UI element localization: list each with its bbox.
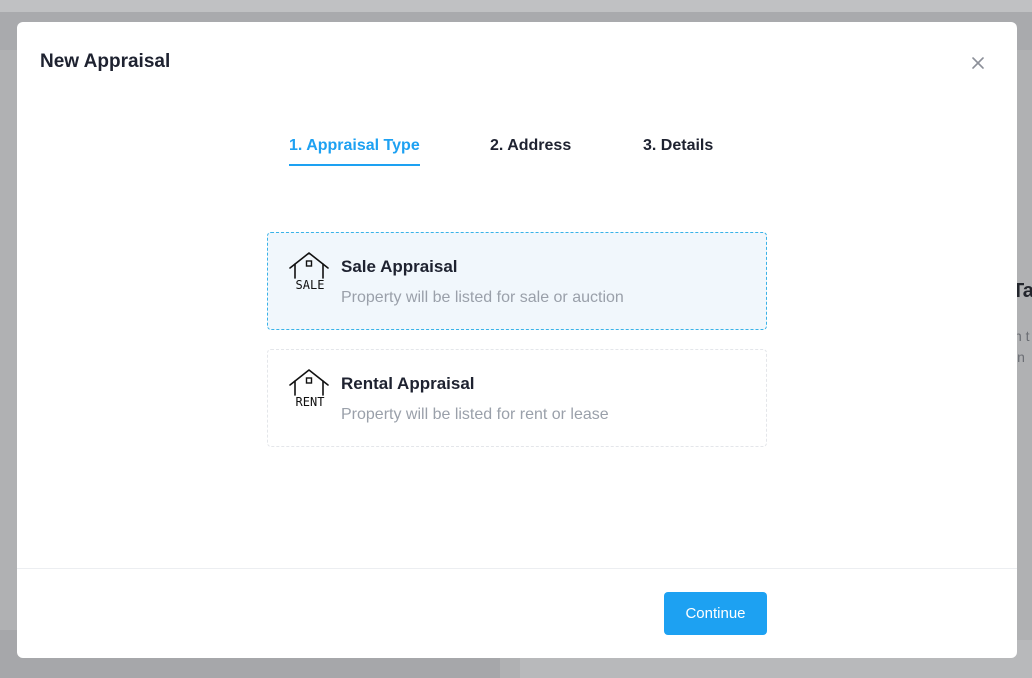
house-rent-icon: RENT — [288, 368, 330, 414]
close-button[interactable] — [967, 52, 989, 74]
step-tabs: 1. Appraisal Type 2. Address 3. Details — [17, 137, 1017, 177]
close-icon — [972, 57, 984, 69]
house-sale-icon: SALE — [288, 251, 330, 297]
background-topbar — [0, 0, 1032, 12]
house-outline — [289, 252, 329, 279]
new-appraisal-modal: New Appraisal 1. Appraisal Type 2. Addre… — [17, 22, 1017, 658]
option-title: Sale Appraisal — [341, 257, 458, 276]
footer-divider — [17, 568, 1017, 569]
continue-button[interactable]: Continue — [664, 592, 767, 635]
sale-appraisal-option[interactable]: SALE Sale Appraisal Property will be lis… — [267, 232, 767, 330]
modal-title: New Appraisal — [40, 51, 171, 72]
option-description: Property will be listed for rent or leas… — [341, 406, 609, 423]
rental-appraisal-option[interactable]: RENT Rental Appraisal Property will be l… — [267, 349, 767, 447]
option-description: Property will be listed for sale or auct… — [341, 289, 624, 306]
tab-details[interactable]: 3. Details — [643, 137, 713, 164]
option-title: Rental Appraisal — [341, 374, 475, 393]
house-rent-badge: RENT — [295, 395, 325, 409]
house-sale-badge: SALE — [295, 278, 325, 292]
tab-appraisal-type[interactable]: 1. Appraisal Type — [289, 137, 420, 166]
house-outline — [289, 369, 329, 396]
tab-address[interactable]: 2. Address — [490, 137, 571, 164]
